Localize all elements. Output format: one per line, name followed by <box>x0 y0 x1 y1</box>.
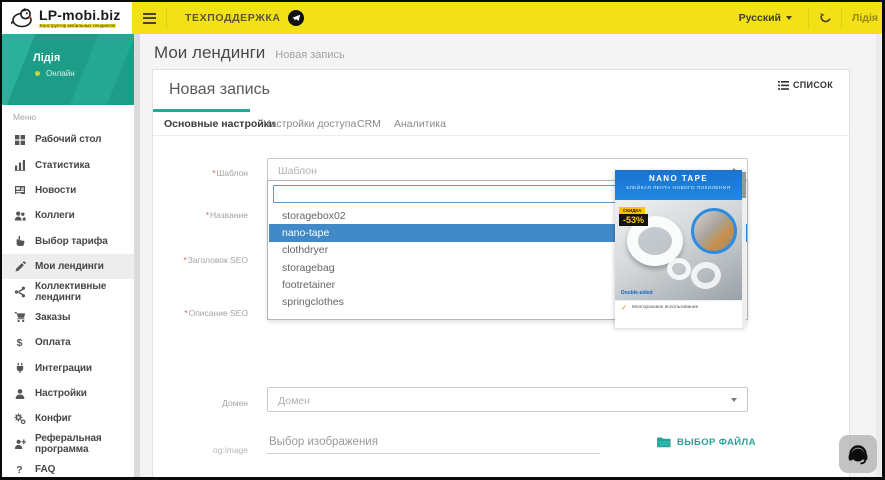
preview-product-image: СКИДКА -53% Double-sided <box>615 200 742 300</box>
refresh-button[interactable] <box>809 2 841 34</box>
preview-title: NANO TAPE <box>648 174 709 183</box>
preview-inset-photo <box>691 208 737 254</box>
template-select-placeholder: Шаблон <box>278 165 317 177</box>
tab-bar: Основные настройки Настройки доступа CRM… <box>153 109 849 136</box>
og-image-field-label: og:image <box>213 445 248 455</box>
folder-icon <box>657 437 671 448</box>
app-window: LP-mobi.biz Конструктор мобильных лендин… <box>0 0 885 480</box>
language-label: Русский <box>738 12 781 24</box>
online-status-dot <box>35 71 40 76</box>
breadcrumb: Новая запись <box>275 49 345 61</box>
language-selector[interactable]: Русский <box>723 12 808 24</box>
chevron-down-icon <box>786 16 792 20</box>
sidebar-item-config[interactable]: Конфиг <box>2 406 134 431</box>
template-preview: NANO TAPE КЛЕЙКАЯ ЛЕНТА НОВОГО ПОКОЛЕНИЯ… <box>615 170 746 328</box>
domain-field-label: Домен <box>222 398 248 408</box>
chevron-down-icon <box>731 398 737 402</box>
discount-badge: СКИДКА -53% <box>619 207 649 226</box>
name-field-label: *Название <box>205 210 248 220</box>
cart-icon <box>13 311 26 324</box>
preview-subtitle: КЛЕЙКАЯ ЛЕНТА НОВОГО ПОКОЛЕНИЯ <box>626 186 731 191</box>
logo[interactable]: LP-mobi.biz Конструктор мобильных лендин… <box>2 2 132 34</box>
logo-tagline: Конструктор мобильных лендингов <box>39 22 116 29</box>
og-image-input[interactable] <box>267 430 600 454</box>
sidebar-item-statistics[interactable]: Статистика <box>2 152 134 177</box>
sidebar-item-news[interactable]: Новости <box>2 178 134 203</box>
sidebar-toggle-button[interactable] <box>132 2 166 34</box>
user-icon <box>13 387 26 400</box>
sidebar-scrollbar[interactable] <box>134 34 140 477</box>
page-title: Мои лендинги <box>154 43 266 62</box>
user-plus-icon <box>13 438 26 451</box>
choose-file-button[interactable]: ВЫБОР ФАЙЛА <box>650 435 762 449</box>
sidebar-item-tariff[interactable]: Выбор тарифа <box>2 229 134 254</box>
preview-link-text: Double-sided <box>621 290 653 296</box>
card-title: Новая запись <box>169 81 270 98</box>
share-icon <box>13 286 26 299</box>
domain-select[interactable]: Домен <box>267 387 748 412</box>
topbar: LP-mobi.biz Конструктор мобильных лендин… <box>2 2 882 34</box>
preview-feature-row: ✓ Многоразовое использование <box>615 300 742 314</box>
domain-select-placeholder: Домен <box>278 395 310 407</box>
users-icon <box>13 209 26 222</box>
hand-pointer-icon <box>13 235 26 248</box>
active-tab-indicator <box>153 109 250 112</box>
sidebar-item-integrations[interactable]: Интеграции <box>2 356 134 381</box>
sidebar-item-referral[interactable]: Реферальная программа <box>2 432 134 457</box>
tab-analytics[interactable]: Аналитика <box>394 118 446 130</box>
tech-support-label: ТЕХПОДДЕРЖКА <box>185 12 281 24</box>
profile-name: Лідія <box>33 52 61 64</box>
list-icon <box>777 80 789 90</box>
sidebar: Лідія Онлайн Меню Рабочий стол Статистик… <box>2 34 140 477</box>
tab-access-settings[interactable]: Настройки доступа <box>263 118 356 130</box>
logo-mascot-icon <box>10 8 32 28</box>
dashboard-icon <box>13 133 26 146</box>
dollar-icon: $ <box>16 336 23 349</box>
seo-description-field-label: *Описание SEO <box>184 308 248 318</box>
preview-scrollbar[interactable] <box>742 170 746 328</box>
list-button[interactable]: СПИСОК <box>776 78 835 92</box>
sidebar-item-faq[interactable]: ? FAQ <box>2 457 134 477</box>
sidebar-item-desktop[interactable]: Рабочий стол <box>2 127 134 152</box>
sidebar-menu: Рабочий стол Статистика Новости Коллеги … <box>2 127 134 477</box>
headset-icon <box>848 445 868 465</box>
preview-header: NANO TAPE КЛЕЙКАЯ ЛЕНТА НОВОГО ПОКОЛЕНИЯ <box>615 170 742 200</box>
plug-icon <box>13 362 26 375</box>
sidebar-item-colleagues[interactable]: Коллеги <box>2 203 134 228</box>
sidebar-item-collective-landings[interactable]: Коллективные лендинги <box>2 279 134 304</box>
telegram-icon <box>287 10 304 26</box>
question-icon: ? <box>16 463 23 476</box>
sidebar-item-orders[interactable]: Заказы <box>2 305 134 330</box>
tab-crm[interactable]: CRM <box>357 118 381 130</box>
profile-status: Онлайн <box>46 69 75 78</box>
newspaper-icon <box>13 184 26 197</box>
tech-support-link[interactable]: ТЕХПОДДЕРЖКА <box>185 10 304 26</box>
seo-title-field-label: *Заголовок SEO <box>183 255 248 265</box>
logo-title: LP-mobi.biz <box>39 6 121 23</box>
profile-panel: Лідія Онлайн <box>2 34 140 105</box>
check-icon: ✓ <box>621 304 627 312</box>
menu-section-label: Меню <box>13 112 36 122</box>
topbar-username[interactable]: Лідія <box>842 12 882 24</box>
sidebar-item-settings[interactable]: Настройки <box>2 381 134 406</box>
pencil-icon <box>13 260 26 273</box>
tab-main-settings[interactable]: Основные настройки <box>164 118 275 130</box>
gears-icon <box>13 412 26 425</box>
header-bar: ТЕХПОДДЕРЖКА Русский Лідія <box>132 2 882 34</box>
sidebar-item-payment[interactable]: $ Оплата <box>2 330 134 355</box>
support-chat-widget[interactable] <box>839 435 877 473</box>
page-scrollbar[interactable] <box>876 34 881 477</box>
bar-chart-icon <box>13 159 26 172</box>
template-field-label: *Шаблон <box>212 168 248 178</box>
sidebar-item-my-landings[interactable]: Мои лендинги <box>2 253 134 280</box>
refresh-icon <box>819 12 831 22</box>
